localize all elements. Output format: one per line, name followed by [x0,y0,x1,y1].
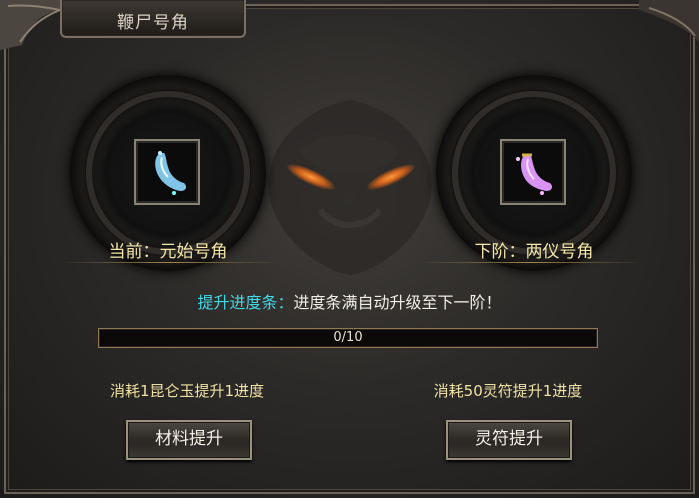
bone-horn-icon [155,151,187,195]
horn-upgrade-panel: 鞭尸号角 当前：元始号角 下阶：两仪号角 提升进度条：进度条满自动升级至下一阶！… [0,0,699,498]
progress-bar: 0/10 [98,328,598,348]
progress-hint-body: 进度条满自动升级至下一阶！ [293,293,502,312]
next-item-slot[interactable] [500,139,566,205]
material-upgrade-button[interactable]: 材料提升 [126,420,252,460]
bone-horn-icon [516,153,553,195]
current-label-divider [60,262,280,263]
progress-hint-prefix: 提升进度条： [197,293,294,312]
corner-ornament-right [639,0,699,42]
progress-text: 0/10 [333,330,363,345]
material-cost-text: 消耗1昆仑玉提升1进度 [109,382,265,400]
next-label-divider [420,262,640,263]
progress-hint: 提升进度条：进度条满自动升级至下一阶！ [0,289,699,313]
talisman-upgrade-button[interactable]: 灵符提升 [446,420,572,460]
title-tab: 鞭尸号角 [60,0,246,38]
window-title: 鞭尸号角 [117,13,189,33]
current-item-slot[interactable] [134,139,200,205]
next-item-label: 下阶：两仪号角 [474,242,594,262]
current-item-label: 当前：元始号角 [108,242,228,262]
talisman-cost-text: 消耗50灵符提升1进度 [433,382,583,400]
